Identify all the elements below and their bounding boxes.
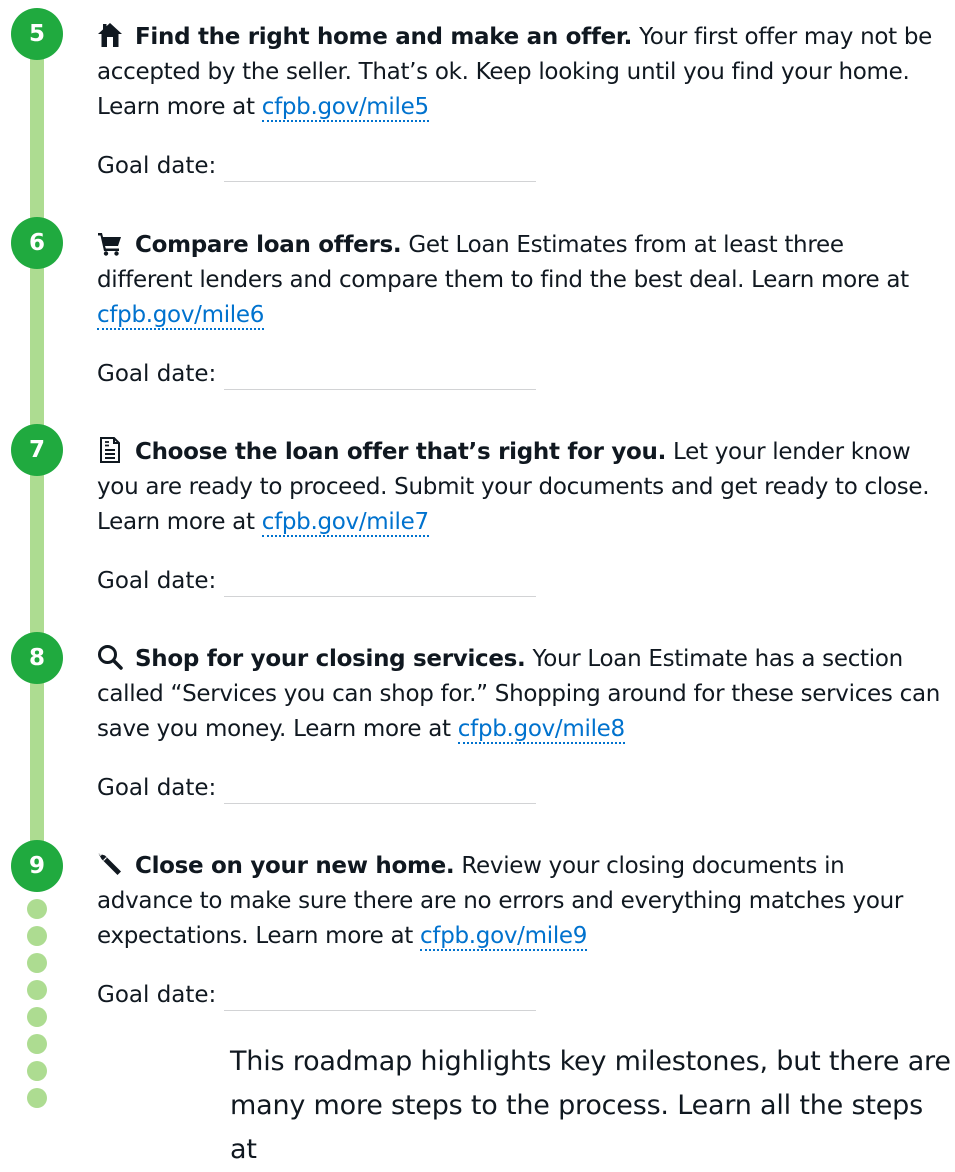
progress-dot: [27, 1034, 47, 1054]
milestone-step-9: Close on your new home. Review your clos…: [97, 849, 942, 1013]
step-number-badge: 8: [11, 632, 63, 684]
goal-date-input-line[interactable]: [224, 389, 537, 390]
progress-dot: [27, 926, 47, 946]
step-description: Close on your new home. Review your clos…: [97, 849, 942, 954]
goal-date-field: Goal date:: [97, 357, 942, 392]
step-description: Compare loan offers. Get Loan Estimates …: [97, 228, 942, 333]
goal-date-input-line[interactable]: [224, 181, 537, 182]
progress-dot: [27, 899, 47, 919]
progress-dot: [27, 953, 47, 973]
learn-more-link[interactable]: cfpb.gov/mile5: [261, 94, 429, 122]
step-number-badge: 9: [11, 840, 63, 892]
learn-more-link[interactable]: cfpb.gov/mile9: [420, 923, 587, 951]
progress-dot: [27, 980, 47, 1000]
learn-more-link[interactable]: cfpb.gov/mile6: [97, 302, 264, 330]
roadmap-footer-note: This roadmap highlights key milestones, …: [230, 1046, 951, 1165]
goal-date-field: Goal date:: [97, 771, 942, 806]
goal-date-label: Goal date:: [97, 775, 217, 801]
step-title: Shop for your closing services.: [135, 646, 526, 672]
goal-date-field: Goal date:: [97, 564, 942, 599]
search-icon: [97, 644, 123, 670]
step-title: Compare loan offers.: [135, 232, 402, 258]
step-title: Close on your new home.: [135, 853, 455, 879]
progress-dot: [27, 1088, 47, 1108]
step-description: Shop for your closing services. Your Loa…: [97, 642, 942, 747]
goal-date-input-line[interactable]: [224, 596, 537, 597]
cart-icon: [97, 230, 123, 256]
milestone-step-6: Compare loan offers. Get Loan Estimates …: [97, 228, 942, 392]
step-description: Choose the loan offer that’s right for y…: [97, 435, 942, 540]
goal-date-label: Goal date:: [97, 568, 217, 594]
progress-dot: [27, 1007, 47, 1027]
milestone-step-7: Choose the loan offer that’s right for y…: [97, 435, 942, 599]
step-number-badge: 5: [11, 8, 63, 60]
milestone-step-5: Find the right home and make an offer. Y…: [97, 20, 942, 184]
learn-more-link[interactable]: cfpb.gov/mile8: [457, 716, 625, 744]
goal-date-field: Goal date:: [97, 978, 942, 1013]
step-title: Find the right home and make an offer.: [135, 24, 633, 50]
progress-dot: [27, 1061, 47, 1081]
document-icon: [97, 437, 123, 463]
step-number-badge: 6: [11, 217, 63, 269]
goal-date-input-line[interactable]: [224, 803, 537, 804]
goal-date-input-line[interactable]: [224, 1010, 537, 1011]
goal-date-label: Goal date:: [97, 361, 217, 387]
step-number-badge: 7: [11, 424, 63, 476]
goal-date-label: Goal date:: [97, 153, 217, 179]
house-icon: [97, 22, 123, 48]
goal-date-label: Goal date:: [97, 982, 217, 1008]
goal-date-field: Goal date:: [97, 149, 942, 184]
milestone-step-8: Shop for your closing services. Your Loa…: [97, 642, 942, 806]
step-title: Choose the loan offer that’s right for y…: [135, 439, 667, 465]
learn-more-link[interactable]: cfpb.gov/mile7: [261, 509, 429, 537]
pencil-icon: [97, 851, 123, 877]
step-description: Find the right home and make an offer. Y…: [97, 20, 942, 125]
